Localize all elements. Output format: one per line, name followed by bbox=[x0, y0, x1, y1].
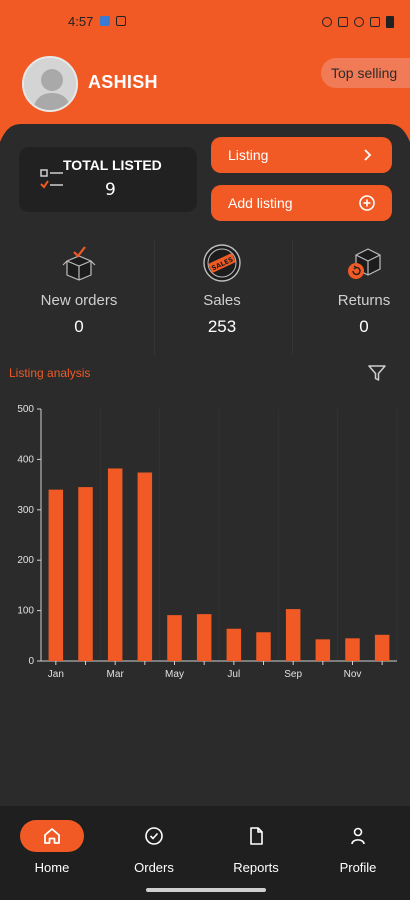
nav-label: Orders bbox=[134, 860, 174, 875]
metric-value: 0 bbox=[359, 317, 369, 336]
metric-value: 0 bbox=[74, 317, 84, 336]
status-bar: 4:57 bbox=[0, 12, 410, 34]
nav-reports-icon-wrap bbox=[224, 820, 288, 852]
alarm-icon bbox=[322, 17, 332, 27]
metric-label: Sales bbox=[203, 292, 241, 309]
person-icon bbox=[351, 827, 365, 845]
nav-label: Reports bbox=[233, 860, 279, 875]
total-listed-value: 9 bbox=[105, 180, 116, 200]
metric-label: New orders bbox=[40, 292, 118, 309]
chart-bar bbox=[226, 628, 242, 661]
metric-sales[interactable]: SALES Sales 253 bbox=[154, 243, 290, 353]
add-listing-button[interactable]: Add listing bbox=[211, 185, 392, 221]
chart-x-tick-label: Nov bbox=[344, 669, 362, 680]
nav-label: Profile bbox=[339, 860, 377, 875]
nav-home[interactable]: Home bbox=[12, 820, 92, 875]
chart-y-tick-label: 300 bbox=[17, 505, 34, 516]
chart-bar bbox=[315, 639, 331, 661]
metric-value: 253 bbox=[207, 317, 237, 336]
chart-bar bbox=[285, 609, 301, 661]
chart-bar bbox=[48, 489, 64, 661]
chart-y-tick-label: 200 bbox=[17, 555, 34, 566]
username: ASHISH bbox=[88, 72, 158, 92]
metric-divider bbox=[292, 240, 293, 355]
chart-y-tick-label: 500 bbox=[17, 404, 34, 415]
nav-profile-icon-wrap bbox=[326, 820, 390, 852]
home-icon bbox=[44, 828, 60, 844]
chart-y-tick-label: 400 bbox=[17, 454, 34, 465]
status-system-icons bbox=[322, 16, 394, 28]
square-notification-icon bbox=[116, 16, 126, 26]
header: 4:57 ASHISH Top selling bbox=[0, 0, 410, 142]
listing-button[interactable]: Listing bbox=[211, 137, 392, 173]
chart-y-tick-label: 0 bbox=[28, 656, 34, 667]
chart-x-tick-label: Jul bbox=[227, 669, 240, 680]
chart-x-tick-label: May bbox=[165, 669, 184, 680]
box-orders-icon bbox=[62, 246, 96, 281]
total-listed-card[interactable]: TOTAL LISTED 9 bbox=[19, 147, 197, 212]
status-notification-icons bbox=[100, 16, 126, 26]
listing-analysis-chart: 0 100 200 300 400 500 Jan Mar May Jul Sep Nov bbox=[17, 404, 398, 680]
metric-new-orders[interactable]: New orders 0 bbox=[11, 243, 147, 353]
metric-returns[interactable]: Returns 0 bbox=[296, 243, 410, 353]
add-listing-button-label: Add listing bbox=[228, 195, 293, 211]
wifi-icon bbox=[354, 17, 364, 27]
nav-profile[interactable]: Profile bbox=[318, 820, 398, 875]
chart-bar bbox=[137, 472, 153, 661]
plus-circle-icon bbox=[359, 195, 375, 211]
chart-bar bbox=[345, 638, 360, 661]
check-circle-icon bbox=[145, 827, 163, 845]
sales-stamp-icon: SALES bbox=[203, 244, 241, 282]
chevron-right-icon bbox=[364, 149, 372, 161]
document-icon bbox=[250, 827, 263, 845]
nav-home-icon-pill bbox=[20, 820, 84, 852]
mute-icon bbox=[338, 17, 348, 27]
status-time: 4:57 bbox=[68, 14, 94, 29]
listing-button-label: Listing bbox=[228, 147, 269, 163]
listing-analysis-title: Listing analysis bbox=[9, 366, 91, 380]
nav-label: Home bbox=[34, 860, 70, 875]
total-listed-label: TOTAL LISTED bbox=[63, 157, 162, 173]
chart-bar bbox=[256, 632, 271, 661]
top-selling-chip[interactable]: Top selling bbox=[321, 58, 410, 88]
nav-reports[interactable]: Reports bbox=[216, 820, 296, 875]
chart-bar bbox=[374, 634, 390, 661]
filter-icon[interactable] bbox=[367, 363, 387, 383]
avatar[interactable] bbox=[22, 56, 78, 112]
signal-icon bbox=[370, 17, 380, 27]
chart-bar bbox=[196, 614, 212, 661]
nav-orders[interactable]: Orders bbox=[114, 820, 194, 875]
chart-x-tick-label: Sep bbox=[284, 669, 302, 680]
nav-orders-icon-wrap bbox=[122, 820, 186, 852]
chart-bar bbox=[107, 468, 123, 661]
app-notification-icon bbox=[100, 16, 110, 26]
bottom-nav: Home Orders Reports Profile bbox=[0, 806, 410, 900]
chart-bar bbox=[167, 615, 182, 661]
chart-x-tick-label: Mar bbox=[107, 669, 125, 680]
return-box-icon bbox=[348, 248, 381, 279]
home-indicator bbox=[146, 888, 266, 892]
chart-y-tick-label: 100 bbox=[17, 606, 34, 617]
chart-bar bbox=[78, 487, 93, 661]
checklist-icon bbox=[40, 169, 63, 189]
chart-x-tick-label: Jan bbox=[48, 669, 64, 680]
battery-icon bbox=[386, 16, 394, 28]
metric-label: Returns bbox=[337, 292, 391, 309]
